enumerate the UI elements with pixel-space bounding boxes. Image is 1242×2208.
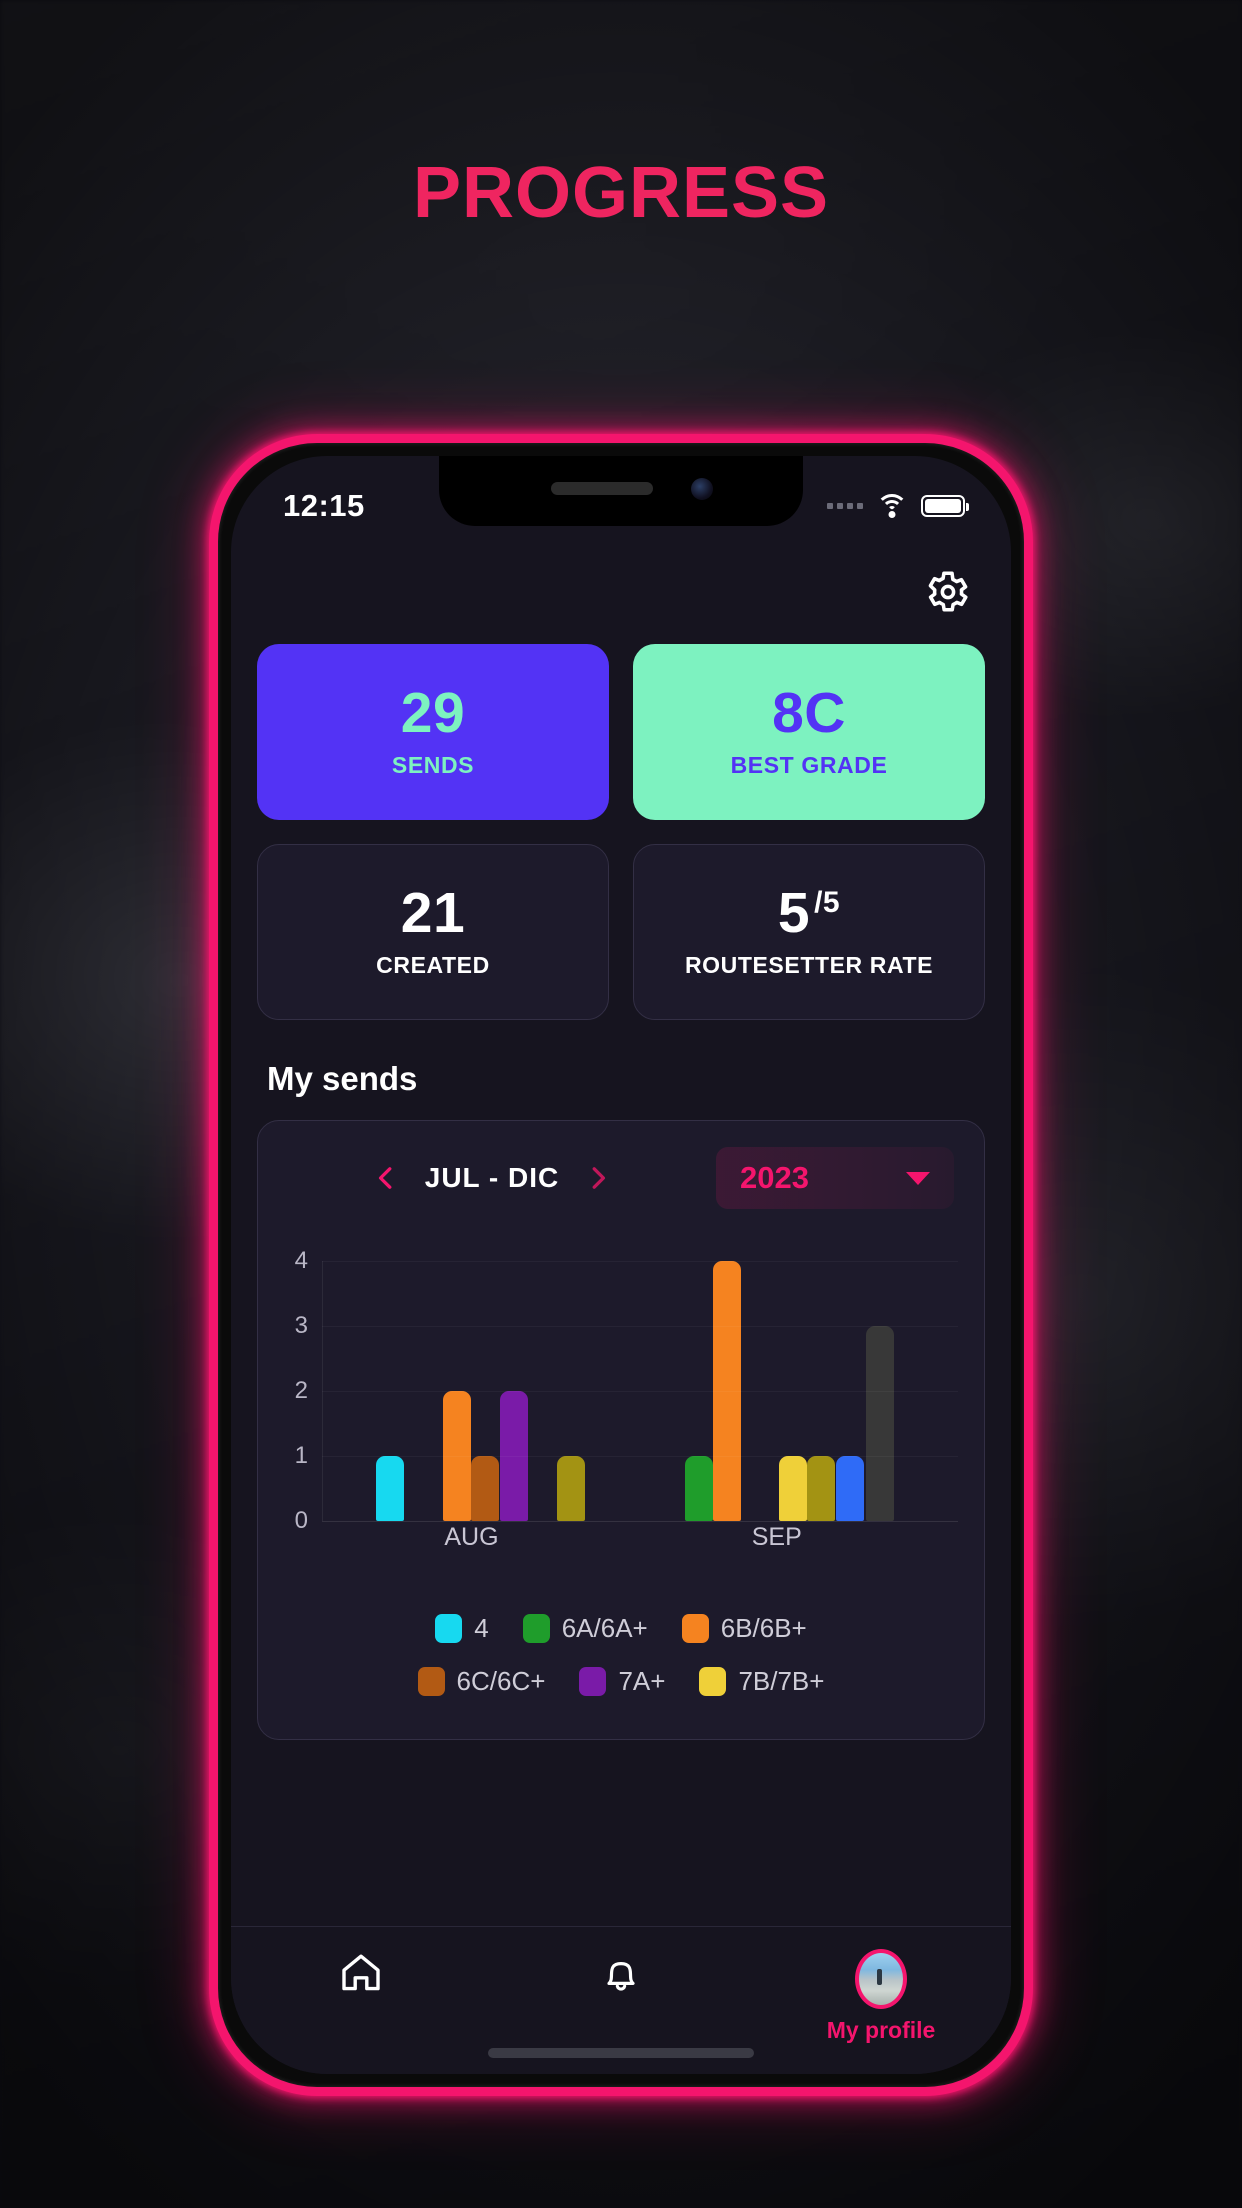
legend-label: 6C/6C+	[456, 1666, 546, 1696]
month-range-label: JUL - DIC	[424, 1162, 560, 1193]
y-axis-tick: 4	[294, 1247, 308, 1274]
grid-line	[322, 1326, 958, 1327]
stat-label: BEST GRADE	[730, 752, 888, 778]
tab-my-profile[interactable]: My profile	[751, 1949, 1011, 2044]
legend-label: 4	[474, 1613, 489, 1643]
legend-swatch	[699, 1667, 727, 1696]
stat-card-best-grade[interactable]: 8C BEST GRADE	[633, 644, 985, 820]
bell-icon	[607, 1962, 635, 1991]
avatar-icon	[855, 1949, 907, 2009]
legend-item[interactable]: 6B/6B+	[681, 1613, 807, 1644]
year-select-value: 2023	[740, 1160, 809, 1195]
chart-bar[interactable]	[376, 1456, 405, 1521]
phone-frame: 12:15 29 SENDS 8C BEST GRADE 21 CREATED …	[209, 434, 1033, 2096]
legend-label: 6B/6B+	[720, 1613, 807, 1643]
phone-notch	[439, 456, 803, 526]
sends-chart-card: JUL - DIC 2023 0 1 2 3 4 AUG SEP 4 6A/6A+ 6B…	[257, 1120, 985, 1740]
stat-card-created[interactable]: 21 CREATED	[257, 844, 609, 1020]
header-row	[257, 540, 985, 644]
tab-home[interactable]	[231, 1949, 491, 1997]
stat-value-suffix: /5	[814, 886, 841, 919]
legend-swatch	[579, 1667, 607, 1696]
section-title-my-sends: My sends	[267, 1060, 418, 1097]
home-icon	[342, 1954, 380, 1991]
grid-line	[322, 1391, 958, 1392]
tab-label-my-profile: My profile	[826, 2017, 936, 2043]
x-axis-label: SEP	[751, 1523, 802, 1551]
chart-legend: 4 6A/6A+ 6B/6B+ 6C/6C+ 7A+ 7B/7B+	[278, 1613, 964, 1697]
grid-line	[322, 1261, 958, 1262]
home-indicator	[488, 2048, 754, 2058]
bar-chart-plot: 0 1 2 3 4 AUG SEP	[278, 1247, 964, 1551]
chart-bar[interactable]	[865, 1326, 894, 1521]
stat-value-wrap: 5/5	[778, 885, 840, 942]
legend-label: 7A+	[618, 1666, 666, 1696]
x-axis-labels: AUG SEP	[322, 1523, 958, 1557]
y-axis: 0 1 2 3 4	[278, 1247, 318, 1534]
phone-screen: 12:15 29 SENDS 8C BEST GRADE 21 CREATED …	[231, 456, 1011, 2074]
screen-content: 29 SENDS 8C BEST GRADE 21 CREATED 5/5 RO…	[231, 540, 1011, 2074]
legend-item[interactable]: 7A+	[579, 1666, 665, 1697]
year-select[interactable]: 2023	[716, 1147, 954, 1209]
chart-bar[interactable]	[835, 1456, 864, 1521]
y-axis-line	[322, 1261, 323, 1521]
signal-dots-icon	[827, 503, 863, 509]
stat-label: CREATED	[376, 952, 490, 978]
legend-row-2: 6C/6C+ 7A+ 7B/7B+	[306, 1666, 936, 1697]
legend-item[interactable]: 7B/7B+	[699, 1666, 824, 1697]
y-axis-tick: 2	[294, 1377, 308, 1404]
legend-row-1: 4 6A/6A+ 6B/6B+	[306, 1613, 936, 1644]
chart-bar[interactable]	[557, 1456, 586, 1521]
legend-swatch	[681, 1614, 709, 1643]
chart-bar[interactable]	[778, 1456, 807, 1521]
stat-cards-grid: 29 SENDS 8C BEST GRADE 21 CREATED 5/5 RO…	[257, 644, 985, 1020]
legend-label: 7B/7B+	[738, 1666, 825, 1696]
stat-value: 21	[400, 881, 466, 945]
x-axis-line	[322, 1521, 958, 1522]
legend-label: 6A/6A+	[561, 1613, 648, 1643]
stat-label: ROUTESETTER RATE	[684, 952, 934, 978]
legend-item[interactable]: 4	[435, 1613, 489, 1644]
speaker-grille	[551, 482, 653, 495]
caret-down-icon	[906, 1171, 930, 1185]
page-title: PROGRESS	[412, 153, 830, 233]
x-axis-label: AUG	[444, 1523, 499, 1551]
stat-label: SENDS	[391, 752, 475, 778]
legend-item[interactable]: 6C/6C+	[417, 1666, 546, 1697]
status-indicators	[827, 494, 969, 518]
battery-icon	[921, 495, 969, 517]
status-time: 12:15	[283, 488, 365, 523]
stat-card-routesetter-rate[interactable]: 5/5 ROUTESETTER RATE	[633, 844, 985, 1020]
y-axis-tick: 0	[294, 1507, 308, 1534]
legend-swatch	[522, 1614, 550, 1643]
stat-value: 29	[400, 681, 466, 745]
chart-bar[interactable]	[471, 1456, 500, 1521]
legend-swatch	[435, 1614, 463, 1643]
legend-item[interactable]: 6A/6A+	[522, 1613, 648, 1644]
chevron-right-icon[interactable]	[585, 1165, 611, 1191]
stat-card-sends[interactable]: 29 SENDS	[257, 644, 609, 820]
y-axis-tick: 1	[294, 1442, 308, 1469]
stat-value: 8C	[772, 681, 846, 745]
gear-icon[interactable]	[921, 567, 971, 617]
y-axis-tick: 3	[294, 1312, 308, 1339]
chart-bar[interactable]	[684, 1456, 713, 1521]
front-camera	[691, 478, 713, 500]
grid-line	[322, 1456, 958, 1457]
legend-swatch	[417, 1667, 445, 1696]
stat-value: 5	[777, 881, 811, 945]
wifi-icon	[876, 494, 908, 518]
chevron-left-icon[interactable]	[373, 1165, 399, 1191]
tab-notifications[interactable]	[491, 1949, 751, 1997]
chart-controls: JUL - DIC 2023	[278, 1147, 964, 1209]
month-range-nav: JUL - DIC	[288, 1162, 696, 1194]
chart-bar[interactable]	[807, 1456, 836, 1521]
